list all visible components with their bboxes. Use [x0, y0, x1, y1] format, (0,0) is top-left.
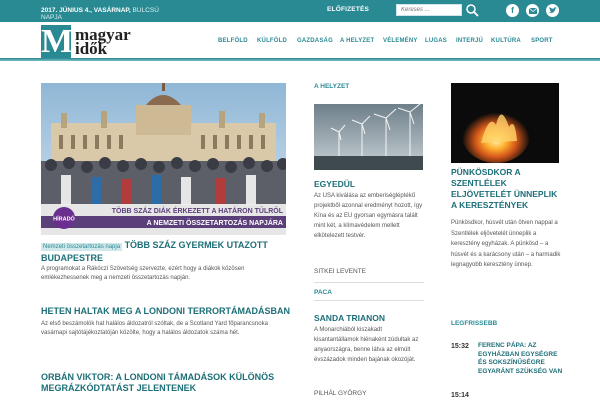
nav-gazdasag[interactable]: GAZDASÁG — [297, 38, 333, 44]
divider — [314, 282, 424, 283]
facebook-button[interactable]: f — [506, 4, 519, 17]
paca-text: A Monarchiából kiszakadt kisantantállamo… — [314, 327, 419, 363]
email-button[interactable] — [526, 4, 539, 17]
article-excerpt-1: Az első beszámolók hat halálos áldozatró… — [41, 321, 268, 336]
site-logo[interactable]: M magyar idők — [41, 23, 166, 60]
feature-text: Pünkösdkor, húsvét után ötven nappal a S… — [451, 220, 561, 268]
hero-overlay-line1: TÖBB SZÁZ DIÁK ÉRKEZETT A HATÁRON TÚLRÓL — [112, 206, 284, 215]
latest-time-1: 15:32 — [451, 343, 469, 350]
section-legfrissebb[interactable]: LEGFRISSEBB — [451, 320, 497, 327]
section-paca[interactable]: PACA — [314, 289, 332, 296]
site-header: M magyar idők BELFÖLD KÜLFÖLD GAZDASÁG A… — [0, 22, 600, 60]
facebook-icon: f — [511, 6, 514, 15]
logo-line2: idők — [75, 39, 108, 58]
fire-photo — [451, 83, 559, 163]
date-line: 2017. JÚNIUS 4., VASÁRNAP, BULCSÚ NAPJA — [41, 7, 181, 21]
paca-title[interactable]: SANDA TRIANON — [314, 313, 385, 323]
hero-image[interactable]: HÍRADÓ TÖBB SZÁZ DIÁK ÉRKEZETT A HATÁRON… — [41, 83, 286, 235]
feature-image[interactable] — [451, 83, 559, 163]
paca-author[interactable]: PILHÁL GYÖRGY — [314, 390, 367, 397]
divider — [314, 300, 424, 301]
twitter-button[interactable] — [546, 4, 559, 17]
search-icon — [466, 4, 479, 17]
nav-lugas[interactable]: LUGAS — [425, 38, 447, 44]
helyzet-text: Az USA kiválása az emberiségléptékű proj… — [314, 193, 423, 239]
latest-time-2: 15:14 — [451, 392, 469, 399]
helyzet-title[interactable]: EGYEDÜL — [314, 179, 355, 189]
latest-headline-1[interactable]: FERENC PÁPA: AZ EGYHÁZBAN EGYSÉGRE ÉS SO… — [478, 342, 564, 376]
hero-tag[interactable]: Nemzeti összetartozás napja — [41, 243, 123, 251]
hero-badge: HÍRADÓ — [53, 215, 75, 223]
nav-kultura[interactable]: KULTÚRA — [491, 38, 521, 44]
hero-overlay-line2: A NEMZETI ÖSSZETARTOZÁS NAPJÁRA — [147, 218, 283, 227]
search-input[interactable] — [396, 4, 462, 16]
hero-excerpt: A programokat a Rákóczi Szövetség szerve… — [41, 266, 245, 281]
parliament-photo: HÍRADÓ TÖBB SZÁZ DIÁK ÉRKEZETT A HATÁRON… — [41, 83, 286, 235]
wind-turbines-photo — [314, 104, 423, 170]
header-divider — [0, 58, 600, 61]
nav-velemeny[interactable]: VÉLEMÉNY — [383, 38, 418, 44]
wind-turbines-image[interactable] — [314, 104, 423, 170]
nav-kulfold[interactable]: KÜLFÖLD — [257, 38, 287, 44]
article-title-1[interactable]: HETEN HALTAK MEG A LONDONI TERRORTÁMADÁS… — [41, 306, 291, 317]
helyzet-author[interactable]: SITKEI LEVENTE — [314, 268, 366, 275]
nav-a-helyzet[interactable]: A HELYZET — [340, 38, 374, 44]
nav-interju[interactable]: INTERJÚ — [456, 38, 483, 44]
search-button[interactable] — [465, 3, 479, 17]
date-bold: 2017. JÚNIUS 4., VASÁRNAP, — [41, 7, 131, 14]
nav-belfold[interactable]: BELFÖLD — [218, 38, 248, 44]
subscribe-link[interactable]: ELŐFIZETÉS — [327, 6, 369, 13]
twitter-icon — [548, 7, 557, 13]
article-title-2[interactable]: ORBÁN VIKTOR: A LONDONI TÁMADÁSOK KÜLÖNÖ… — [41, 372, 291, 394]
hero-headline[interactable]: Nemzeti összetartozás napja Több száz gy… — [41, 240, 291, 264]
email-icon — [528, 7, 537, 14]
feature-title[interactable]: PÜNKÖSDKOR A SZENTLÉLEK ELJÖVETELÉT ÜNNE… — [451, 167, 561, 211]
top-bar: 2017. JÚNIUS 4., VASÁRNAP, BULCSÚ NAPJA … — [0, 0, 600, 22]
nav-sport[interactable]: SPORT — [531, 38, 553, 44]
logo-mark: M — [41, 23, 74, 60]
section-a-helyzet[interactable]: A HELYZET — [314, 83, 349, 90]
